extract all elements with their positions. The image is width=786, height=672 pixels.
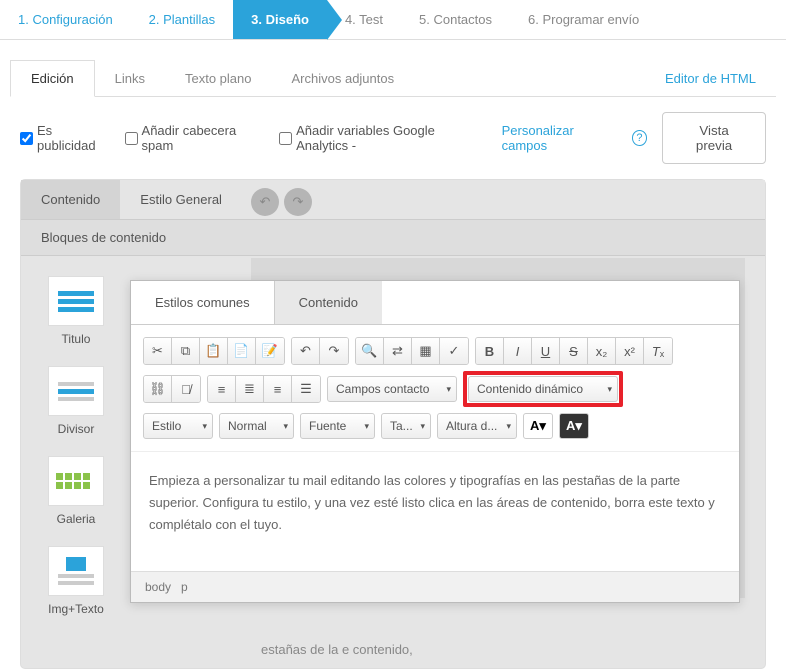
step-plantillas[interactable]: 2. Plantillas (131, 0, 233, 39)
blocks-list: Titulo Divisor Galeria Img+Texto (21, 256, 131, 636)
step-diseno[interactable]: 3. Diseño (233, 0, 327, 39)
checkbox-cabecera[interactable] (125, 132, 138, 145)
size-select[interactable]: Ta... (381, 413, 431, 439)
options-row: Es publicidad Añadir cabecera spam Añadi… (0, 97, 786, 179)
tab-links[interactable]: Links (95, 61, 165, 96)
find-icon[interactable]: 🔍 (356, 338, 384, 364)
block-divisor[interactable]: Divisor (41, 366, 111, 436)
redo-toolbar-icon[interactable]: ↷ (320, 338, 348, 364)
undo-toolbar-icon[interactable]: ↶ (292, 338, 320, 364)
underline-icon[interactable]: U (532, 338, 560, 364)
thumb-galeria (48, 456, 104, 506)
thumb-imgtexto (48, 546, 104, 596)
align-right-icon[interactable]: ≡ (264, 376, 292, 402)
fuente-select[interactable]: Fuente (300, 413, 375, 439)
blocks-header: Bloques de contenido (21, 220, 765, 256)
tab-edicion[interactable]: Edición (10, 60, 95, 97)
unlink-icon[interactable]: ⛓̸ (172, 376, 200, 402)
select-all-icon[interactable]: ▦ (412, 338, 440, 364)
block-imgtexto[interactable]: Img+Texto (41, 546, 111, 616)
path-p[interactable]: p (181, 580, 188, 594)
editor-modal: Estilos comunes Contenido ✂ ⧉ 📋 📄 📝 ↶ ↷ … (130, 280, 740, 603)
undo-icon[interactable]: ↶ (251, 188, 279, 216)
nav-arrows: ↶ ↷ (251, 188, 312, 216)
paste-text-icon[interactable]: 📄 (228, 338, 256, 364)
help-icon[interactable]: ? (632, 130, 647, 146)
element-path: body p (131, 571, 739, 602)
tab-estilo-general[interactable]: Estilo General (120, 180, 242, 219)
highlight-dynamic-content: Contenido dinámico (463, 371, 623, 407)
align-justify-icon[interactable]: ☰ (292, 376, 320, 402)
spell-icon[interactable]: ✓ (440, 338, 468, 364)
thumb-titulo (48, 276, 104, 326)
paste-icon[interactable]: 📋 (200, 338, 228, 364)
campos-contacto-select[interactable]: Campos contacto (327, 376, 457, 402)
subscript-icon[interactable]: x₂ (588, 338, 616, 364)
paste-word-icon[interactable]: 📝 (256, 338, 284, 364)
vista-previa-button[interactable]: Vista previa (662, 112, 766, 164)
editor-html-link[interactable]: Editor de HTML (645, 61, 776, 96)
modal-tab-contenido[interactable]: Contenido (275, 281, 382, 324)
checkbox-analytics[interactable] (279, 132, 292, 145)
step-programar[interactable]: 6. Programar envío (510, 0, 657, 39)
checkbox-publicidad[interactable] (20, 132, 33, 145)
link-icon[interactable]: ⛓ (144, 376, 172, 402)
opt-publicidad[interactable]: Es publicidad (20, 123, 110, 153)
copy-icon[interactable]: ⧉ (172, 338, 200, 364)
contenido-dinamico-select[interactable]: Contenido dinámico (468, 376, 618, 402)
estilo-select[interactable]: Estilo (143, 413, 213, 439)
step-configuracion[interactable]: 1. Configuración (0, 0, 131, 39)
modal-tab-estilos[interactable]: Estilos comunes (131, 281, 275, 324)
superscript-icon[interactable]: x² (616, 338, 644, 364)
align-center-icon[interactable]: ≣ (236, 376, 264, 402)
inner-tabs: Contenido Estilo General (21, 180, 765, 220)
opt-cabecera[interactable]: Añadir cabecera spam (125, 123, 265, 153)
tab-texto-plano[interactable]: Texto plano (165, 61, 272, 96)
step-contactos[interactable]: 5. Contactos (401, 0, 510, 39)
tab-archivos[interactable]: Archivos adjuntos (272, 61, 415, 96)
bold-icon[interactable]: B (476, 338, 504, 364)
thumb-divisor (48, 366, 104, 416)
tab-contenido[interactable]: Contenido (21, 180, 120, 219)
toolbar: ✂ ⧉ 📋 📄 📝 ↶ ↷ 🔍 ⇄ ▦ ✓ B I U S x₂ (131, 325, 739, 451)
format-select[interactable]: Normal (219, 413, 294, 439)
italic-icon[interactable]: I (504, 338, 532, 364)
modal-tabs: Estilos comunes Contenido (131, 281, 739, 325)
path-body[interactable]: body (145, 580, 171, 594)
bg-color-button[interactable]: A▾ (559, 413, 589, 439)
block-galeria[interactable]: Galeria (41, 456, 111, 526)
align-left-icon[interactable]: ≡ (208, 376, 236, 402)
opt-analytics[interactable]: Añadir variables Google Analytics - (279, 123, 486, 153)
wizard-steps: 1. Configuración 2. Plantillas 3. Diseño… (0, 0, 786, 40)
text-color-button[interactable]: A▾ (523, 413, 553, 439)
bg-sample-text: estañas de la e contenido, (261, 640, 735, 661)
remove-format-icon[interactable]: Tₓ (644, 338, 672, 364)
block-titulo[interactable]: Titulo (41, 276, 111, 346)
replace-icon[interactable]: ⇄ (384, 338, 412, 364)
redo-icon[interactable]: ↷ (284, 188, 312, 216)
strike-icon[interactable]: S (560, 338, 588, 364)
editor-content[interactable]: Empieza a personalizar tu mail editando … (131, 451, 739, 571)
personalizar-link[interactable]: Personalizar campos (502, 123, 617, 153)
lineheight-select[interactable]: Altura d... (437, 413, 517, 439)
step-test[interactable]: 4. Test (327, 0, 401, 39)
edit-tabs: Edición Links Texto plano Archivos adjun… (10, 60, 776, 97)
cut-icon[interactable]: ✂ (144, 338, 172, 364)
